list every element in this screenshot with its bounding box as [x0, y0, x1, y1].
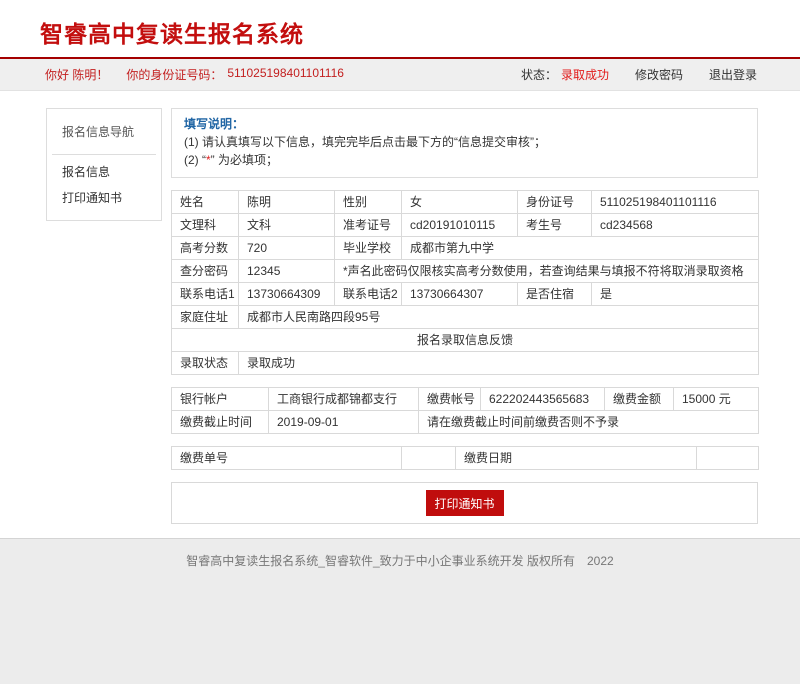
table-cell — [402, 447, 456, 470]
table-cell: 工商银行成都锦都支行 — [269, 388, 419, 411]
fill-instructions-box: 填写说明： (1) 请认真填写以下信息，填完完毕后点击最下方的“信息提交审核”；… — [171, 108, 758, 178]
instructions-title: 填写说明： — [184, 115, 745, 133]
instruction-line-2-post: ” 为必填项； — [211, 153, 278, 167]
page-header: 智睿高中复读生报名系统 — [0, 0, 800, 57]
table-cell: 准考证号 — [335, 214, 402, 237]
payment-record-table: 缴费单号 缴费日期 — [171, 446, 759, 470]
print-notice-button[interactable]: 打印通知书 — [426, 490, 504, 516]
table-cell: 511025198401101116 — [592, 191, 759, 214]
sidebar-item-registration-info[interactable]: 报名信息 — [47, 155, 161, 182]
table-cell: 12345 — [239, 260, 335, 283]
table-cell: 是否住宿 — [518, 283, 592, 306]
table-cell: 缴费日期 — [456, 447, 697, 470]
change-password-link[interactable]: 修改密码 — [635, 66, 683, 83]
table-row: 查分密码12345*声名此密码仅限核实高考分数使用，若查询结果与填报不符将取消录… — [172, 260, 759, 283]
table-cell: 身份证号 — [518, 191, 592, 214]
table-row: 缴费截止时间2019-09-01请在缴费截止时间前缴费否则不予录 — [172, 411, 759, 434]
greeting-text: 你好 陈明！ — [45, 66, 108, 83]
content-area: 报名信息导航 报名信息 打印通知书 填写说明： (1) 请认真填写以下信息，填完… — [0, 91, 800, 538]
user-status-bar: 你好 陈明！ 你的身份证号码： 511025198401101116 状态： 录… — [0, 59, 800, 91]
id-number-group: 你的身份证号码： 511025198401101116 — [126, 66, 344, 83]
table-cell: 家庭住址 — [172, 306, 239, 329]
table-cell: 高考分数 — [172, 237, 239, 260]
site-title: 智睿高中复读生报名系统 — [0, 0, 800, 49]
registration-info-table: 姓名陈明性别女身份证号511025198401101116文理科文科准考证号cd… — [171, 190, 759, 375]
table-cell: 请在缴费截止时间前缴费否则不予录 — [419, 411, 759, 434]
table-cell: cd234568 — [592, 214, 759, 237]
table-row: 姓名陈明性别女身份证号511025198401101116 — [172, 191, 759, 214]
table-cell: 录取成功 — [239, 352, 759, 375]
table-cell: 720 — [239, 237, 335, 260]
user-info: 你好 陈明！ 你的身份证号码： 511025198401101116 — [45, 66, 344, 83]
table-cell: 性别 — [335, 191, 402, 214]
table-cell: 622202443565683 — [481, 388, 605, 411]
table-cell: 联系电话1 — [172, 283, 239, 306]
table-row: 联系电话113730664309联系电话213730664307是否住宿是 — [172, 283, 759, 306]
table-cell: 文理科 — [172, 214, 239, 237]
table-row: 银行帐户工商银行成都锦都支行缴费帐号622202443565683缴费金额150… — [172, 388, 759, 411]
id-number-value: 511025198401101116 — [227, 66, 344, 83]
instruction-line-1: (1) 请认真填写以下信息，填完完毕后点击最下方的“信息提交审核”； — [184, 133, 745, 151]
table-cell: 缴费截止时间 — [172, 411, 269, 434]
table-cell: 报名录取信息反馈 — [172, 329, 759, 352]
main-panel: 填写说明： (1) 请认真填写以下信息，填完完毕后点击最下方的“信息提交审核”；… — [171, 108, 758, 538]
status-group: 状态： 录取成功 — [521, 66, 609, 83]
copyright-text: 智睿高中复读生报名系统_智睿软件_致力于中小企事业系统开发 版权所有 2022 — [186, 554, 613, 568]
table-cell: 成都市第九中学 — [402, 237, 759, 260]
page-footer: 智睿高中复读生报名系统_智睿软件_致力于中小企事业系统开发 版权所有 2022 — [0, 538, 800, 684]
table-row: 录取状态录取成功 — [172, 352, 759, 375]
table-cell: 2019-09-01 — [269, 411, 419, 434]
instruction-line-2: (2) “*” 为必填项； — [184, 151, 745, 169]
table-cell: 录取状态 — [172, 352, 239, 375]
table-cell — [697, 447, 759, 470]
table-cell: 姓名 — [172, 191, 239, 214]
topbar-actions: 状态： 录取成功 修改密码 退出登录 — [521, 66, 757, 83]
table-cell: 13730664309 — [239, 283, 335, 306]
table-cell: cd20191010115 — [402, 214, 518, 237]
table-row: 文理科文科准考证号cd20191010115考生号cd234568 — [172, 214, 759, 237]
table-cell: 文科 — [239, 214, 335, 237]
table-cell: *声名此密码仅限核实高考分数使用，若查询结果与填报不符将取消录取资格 — [335, 260, 759, 283]
table-cell: 联系电话2 — [335, 283, 402, 306]
table-cell: 成都市人民南路四段95号 — [239, 306, 759, 329]
table-cell: 女 — [402, 191, 518, 214]
sidebar-nav: 报名信息导航 报名信息 打印通知书 — [46, 108, 162, 221]
table-cell: 缴费单号 — [172, 447, 402, 470]
table-cell: 13730664307 — [402, 283, 518, 306]
table-row: 家庭住址成都市人民南路四段95号 — [172, 306, 759, 329]
table-cell: 银行帐户 — [172, 388, 269, 411]
table-cell: 15000 元 — [674, 388, 759, 411]
table-row: 高考分数720毕业学校成都市第九中学 — [172, 237, 759, 260]
table-row: 报名录取信息反馈 — [172, 329, 759, 352]
payment-bank-table: 银行帐户工商银行成都锦都支行缴费帐号622202443565683缴费金额150… — [171, 387, 759, 434]
sidebar-nav-title: 报名信息导航 — [47, 119, 161, 154]
id-number-label: 你的身份证号码： — [126, 66, 222, 83]
table-cell: 考生号 — [518, 214, 592, 237]
table-cell: 是 — [592, 283, 759, 306]
table-row: 缴费单号 缴费日期 — [172, 447, 759, 470]
instruction-line-2-pre: (2) “ — [184, 153, 206, 167]
sidebar-item-print-notice[interactable]: 打印通知书 — [47, 182, 161, 208]
table-cell: 毕业学校 — [335, 237, 402, 260]
table-cell: 缴费金额 — [605, 388, 674, 411]
print-button-row: 打印通知书 — [171, 482, 758, 524]
table-cell: 查分密码 — [172, 260, 239, 283]
table-cell: 陈明 — [239, 191, 335, 214]
status-label: 状态： — [521, 66, 557, 83]
table-cell: 缴费帐号 — [419, 388, 481, 411]
logout-link[interactable]: 退出登录 — [709, 66, 757, 83]
status-badge: 录取成功 — [561, 66, 609, 83]
